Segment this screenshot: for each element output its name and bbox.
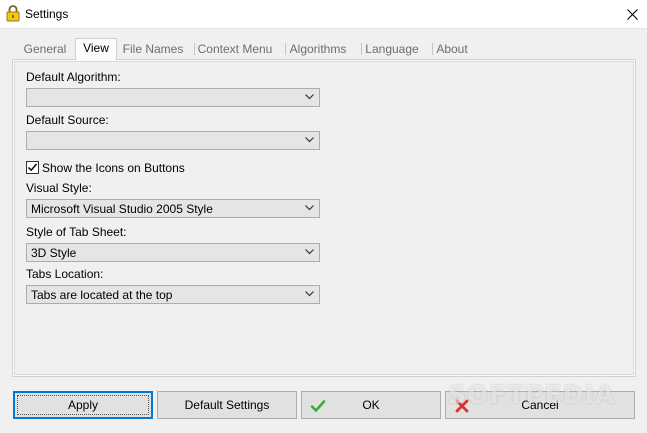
title-bar: Settings [0,0,647,29]
tab-algorithms[interactable]: Algorithms [285,40,350,58]
check-icon [310,400,326,412]
tabs-location-select[interactable]: Tabs are located at the top [26,285,320,304]
chevron-down-icon [305,205,314,211]
tabs-location-value: Tabs are located at the top [31,288,173,302]
close-button[interactable] [617,0,647,28]
tab-language[interactable]: Language [361,40,422,58]
window-title: Settings [25,7,69,21]
tab-general[interactable]: General [20,40,70,58]
tab-sheet-style-value: 3D Style [31,246,77,260]
panel-inner [14,61,634,375]
cancel-button[interactable]: Cancel [445,391,635,419]
default-algorithm-select[interactable] [26,88,320,107]
show-icons-label[interactable]: Show the Icons on Buttons [42,161,185,175]
tab-view[interactable]: View [75,38,117,60]
cancel-x-icon [455,399,469,413]
default-source-select[interactable] [26,131,320,150]
tabs-location-label: Tabs Location: [26,267,104,281]
visual-style-value: Microsoft Visual Studio 2005 Style [31,202,213,216]
tab-about[interactable]: About [432,40,471,58]
chevron-down-icon [305,94,314,100]
default-algorithm-label: Default Algorithm: [26,70,121,84]
lock-icon [6,5,20,22]
default-settings-label: Default Settings [184,398,270,412]
tab-strip: General View File Names Context Menu Alg… [12,38,636,60]
visual-style-select[interactable]: Microsoft Visual Studio 2005 Style [26,199,320,218]
default-settings-button[interactable]: Default Settings [157,391,297,419]
tab-sheet-style-select[interactable]: 3D Style [26,243,320,262]
chevron-down-icon [305,249,314,255]
visual-style-label: Visual Style: [26,181,92,195]
chevron-down-icon [305,137,314,143]
chevron-down-icon [305,291,314,297]
default-source-label: Default Source: [26,113,109,127]
cancel-label: Cancel [521,398,559,412]
apply-button[interactable]: Apply [13,391,153,419]
apply-label: Apply [67,398,99,412]
show-icons-checkbox[interactable] [26,161,39,174]
ok-label: OK [362,398,380,412]
ok-button[interactable]: OK [301,391,441,419]
tab-file-names[interactable]: File Names [122,40,184,58]
close-icon [626,8,638,20]
tab-context-menu[interactable]: Context Menu [194,40,275,58]
tab-sheet-style-label: Style of Tab Sheet: [26,225,127,239]
checkmark-icon [27,163,38,172]
